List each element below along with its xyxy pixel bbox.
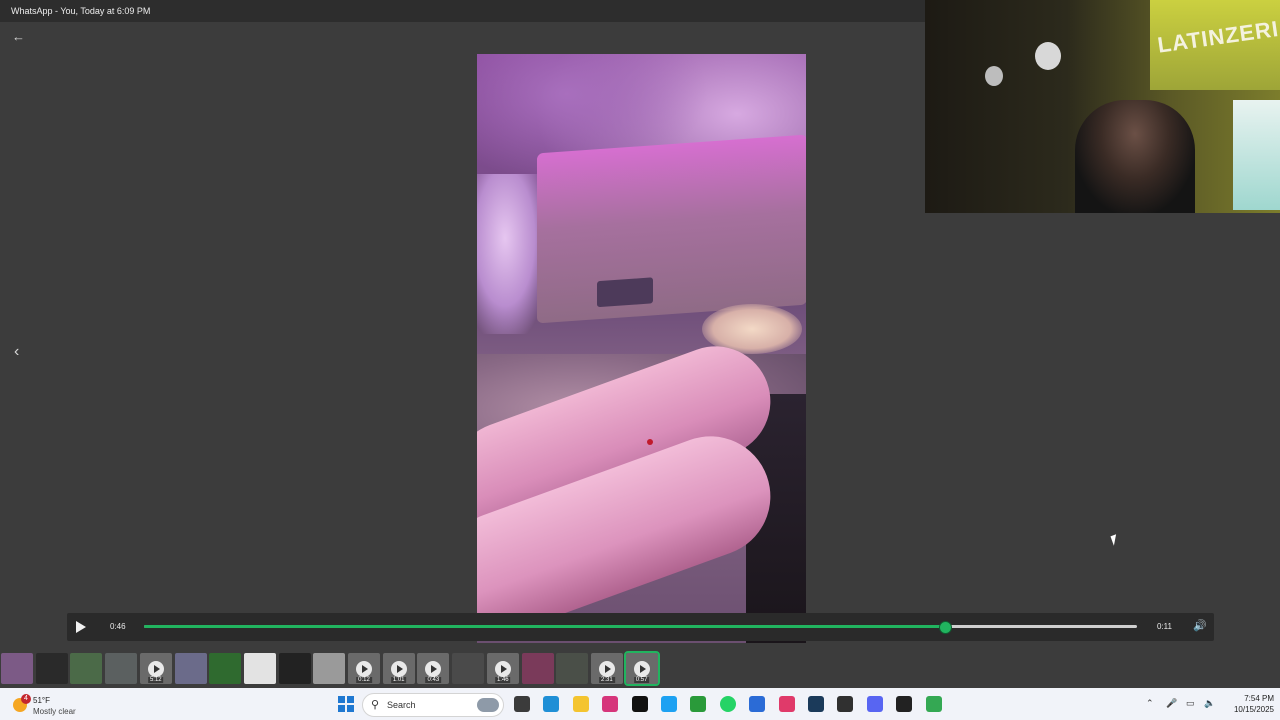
github-icon[interactable] xyxy=(896,696,913,712)
store-icon[interactable] xyxy=(749,696,766,712)
seek-bar-progress xyxy=(144,625,946,628)
media-thumbnail[interactable] xyxy=(174,653,207,684)
steam-icon[interactable] xyxy=(808,696,824,712)
thumbnail-duration: 1:01 xyxy=(390,677,407,683)
thumbnail-duration: 2:31 xyxy=(599,677,615,683)
media-thumbnail[interactable]: 0:12 xyxy=(348,653,380,684)
media-thumbnail[interactable]: 0:57 xyxy=(623,651,660,686)
clock-date: 10/15/2025 xyxy=(1233,705,1274,714)
discord-icon[interactable] xyxy=(866,696,883,712)
taskbar-search-box[interactable]: ⚲ Search xyxy=(362,693,504,717)
capcut-icon[interactable] xyxy=(778,696,795,712)
seek-bar[interactable] xyxy=(144,621,1137,634)
video-controls: 0:46 0:11 🔊 xyxy=(67,613,1214,641)
microphone-icon[interactable]: 🎤 xyxy=(1166,698,1177,709)
media-thumbnail[interactable] xyxy=(313,653,346,684)
chevron-up-icon[interactable]: ⌃ xyxy=(1146,698,1154,709)
window-title: WhatsApp - You, Today at 6:09 PM xyxy=(11,6,151,16)
play-icon[interactable] xyxy=(76,621,86,633)
webcam-pc-case xyxy=(1233,100,1280,210)
thumbnail-duration: 1:46 xyxy=(494,677,511,683)
webcam-helmet-small xyxy=(985,66,1003,86)
media-thumbnail[interactable] xyxy=(556,653,589,684)
windows-start-icon[interactable] xyxy=(338,696,354,712)
media-thumbnail[interactable]: 1:46 xyxy=(486,653,519,684)
media-thumbnail[interactable] xyxy=(209,653,242,684)
twitter-icon[interactable] xyxy=(661,696,677,712)
back-arrow-icon[interactable]: ← xyxy=(12,30,26,44)
thumbnail-duration: 5:12 xyxy=(147,677,164,683)
webcam-helmet xyxy=(1035,42,1061,70)
file-explorer-icon[interactable] xyxy=(572,696,589,712)
weather-widget[interactable]: 4 51°F Mostly clear xyxy=(10,693,120,717)
weather-notification-badge: 4 xyxy=(21,694,31,704)
media-thumbnail[interactable]: 1:01 xyxy=(382,653,415,684)
weather-temperature: 51°F xyxy=(33,696,50,705)
thumbnail-duration: 0:57 xyxy=(633,677,650,683)
media-thumbnail[interactable] xyxy=(278,653,311,684)
whatsapp-icon[interactable] xyxy=(719,696,736,712)
video-frame[interactable] xyxy=(477,54,806,643)
play-badge-icon xyxy=(425,660,442,677)
chrome-icon[interactable] xyxy=(925,696,942,712)
remaining-time: 0:11 xyxy=(1157,622,1172,631)
seek-bar-handle[interactable] xyxy=(939,621,953,634)
play-badge-icon xyxy=(598,660,615,677)
clock-time: 7:54 PM xyxy=(1244,694,1274,703)
volume-icon[interactable]: 🔊 xyxy=(1193,619,1207,632)
obs-icon[interactable] xyxy=(837,696,854,712)
edge-icon[interactable] xyxy=(543,696,560,712)
thumbnail-duration: 0:43 xyxy=(425,677,442,683)
previous-media-chevron-icon[interactable]: ‹ xyxy=(14,343,28,361)
media-thumbnail[interactable] xyxy=(521,653,554,684)
webcam-overlay: LATINZERIAN xyxy=(925,0,1280,213)
media-thumbnail[interactable]: 5:12 xyxy=(139,653,172,684)
video-box-slot xyxy=(597,277,653,308)
webcam-streamer xyxy=(1075,100,1195,213)
media-thumbnail[interactable] xyxy=(105,653,138,684)
media-thumbnail[interactable]: 0:43 xyxy=(417,653,450,684)
taskbar: 4 51°F Mostly clear ⚲ Search ⌃ 🎤 ▭ 🔈 7:5… xyxy=(0,688,1280,720)
media-thumbnail[interactable] xyxy=(452,653,485,684)
current-time: 0:46 xyxy=(110,622,126,631)
media-thumbnail[interactable] xyxy=(1,653,33,684)
media-thumbnail[interactable] xyxy=(70,653,103,684)
play-badge-icon xyxy=(633,660,650,677)
play-badge-icon xyxy=(147,660,164,677)
media-thumbnail-strip: 5:12 0:12 1:01 0:43 1:46 2:31 0:57 xyxy=(0,650,1280,688)
video-hide-box xyxy=(537,134,806,324)
play-badge-icon xyxy=(390,660,407,677)
xbox-icon[interactable] xyxy=(690,696,707,712)
search-placeholder: Search xyxy=(387,700,416,710)
search-highlight-icon xyxy=(477,698,499,712)
network-icon[interactable]: ▭ xyxy=(1186,698,1195,709)
media-thumbnail[interactable] xyxy=(243,653,276,684)
search-icon: ⚲ xyxy=(371,699,380,711)
play-badge-icon xyxy=(356,660,372,677)
weather-condition: Mostly clear xyxy=(33,707,76,716)
play-badge-icon xyxy=(494,660,511,677)
tiktok-icon[interactable] xyxy=(631,696,648,712)
video-blood-dot xyxy=(647,439,653,445)
media-thumbnail[interactable]: 2:31 xyxy=(590,653,623,684)
taskbar-clock[interactable]: 7:54 PM 10/15/2025 xyxy=(1222,693,1274,715)
task-view-icon[interactable] xyxy=(514,696,530,712)
instagram-icon[interactable] xyxy=(602,696,619,712)
speaker-icon[interactable]: 🔈 xyxy=(1204,698,1215,709)
thumbnail-duration: 0:12 xyxy=(356,677,372,683)
media-thumbnail[interactable] xyxy=(35,653,68,684)
